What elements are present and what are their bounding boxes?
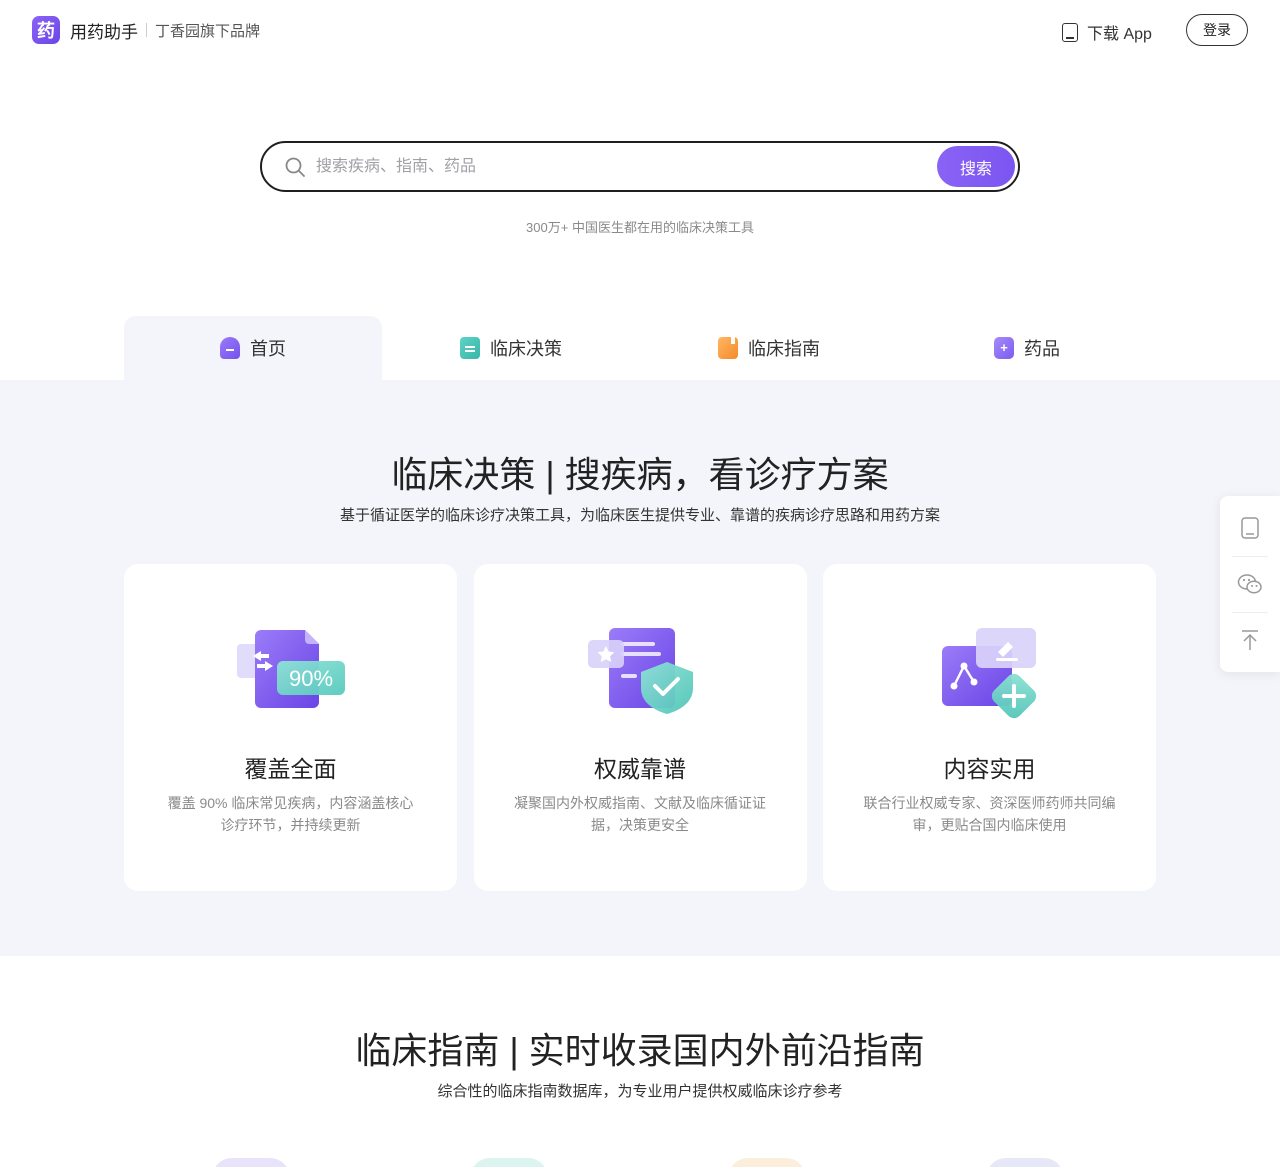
search-tagline: 300万+ 中国医生都在用的临床决策工具 bbox=[526, 220, 754, 235]
login-button[interactable]: 登录 bbox=[1186, 14, 1248, 46]
medical-plus-icon bbox=[942, 628, 1037, 718]
download-app-label: 下载 App bbox=[1087, 26, 1152, 43]
side-wechat-button[interactable] bbox=[1220, 556, 1280, 612]
section-subtitle: 基于循证医学的临床诊疗决策工具，为临床医生提供专业、靠谱的疾病诊疗思路和用药方案 bbox=[339, 507, 940, 524]
feature-card: 内容实用 联合行业权威专家、资深医师药师共同编审，更贴合国内临床使用 bbox=[823, 564, 1156, 891]
tab-label: 药品 bbox=[1024, 339, 1060, 359]
tablet-icon bbox=[1241, 517, 1259, 539]
card-description: 联合行业权威专家、资深医师药师共同编审，更贴合国内临床使用 bbox=[863, 795, 1116, 833]
side-download-button[interactable] bbox=[1220, 500, 1280, 556]
clinical-decision-section: 临床决策 | 搜疾病，看诊疗方案 基于循证医学的临床诊疗决策工具，为临床医生提供… bbox=[0, 380, 1280, 956]
back-to-top-icon bbox=[1242, 630, 1258, 650]
section-title: 临床指南 | 实时收录国内外前沿指南 bbox=[355, 1030, 925, 1071]
tab-label: 首页 bbox=[250, 339, 286, 359]
top-header: 药 用药助手 丁香园旗下品牌 下载 App 登录 bbox=[0, 0, 1280, 60]
tab-home[interactable]: 首页 bbox=[124, 316, 382, 380]
card-title: 覆盖全面 bbox=[244, 756, 337, 782]
brand-name: 用药助手 bbox=[70, 22, 138, 42]
brand[interactable]: 药 用药助手 丁香园旗下品牌 bbox=[32, 16, 260, 44]
search-bar: 搜索 bbox=[260, 141, 1020, 192]
brand-subtitle: 丁香园旗下品牌 bbox=[155, 22, 261, 40]
feature-card: 90% 覆盖全面 覆盖 90% 临床常见疾病，内容涵盖核心诊疗环节，并持续更新 bbox=[124, 564, 457, 891]
guide-category-icon bbox=[986, 1158, 1064, 1167]
search-button[interactable]: 搜索 bbox=[937, 146, 1015, 187]
download-app-link[interactable]: 下载 App bbox=[1062, 20, 1152, 44]
home-icon bbox=[220, 337, 240, 359]
section-subtitle: 综合性的临床指南数据库，为专业用户提供权威临床诊疗参考 bbox=[437, 1083, 843, 1100]
card-badge-text: 90% bbox=[289, 666, 333, 691]
feature-cards: 90% 覆盖全面 覆盖 90% 临床常见疾病，内容涵盖核心诊疗环节，并持续更新 bbox=[124, 564, 1156, 891]
card-title: 内容实用 bbox=[943, 756, 1036, 782]
guide-category-icon bbox=[728, 1158, 806, 1167]
medkit-icon bbox=[460, 337, 480, 359]
search-icon bbox=[285, 157, 305, 177]
wechat-icon bbox=[1237, 574, 1262, 594]
card-description: 凝聚国内外权威指南、文献及临床循证证据，决策更安全 bbox=[514, 795, 766, 833]
tab-clinical-decision[interactable]: 临床决策 bbox=[382, 316, 640, 380]
logo-icon: 药 bbox=[32, 16, 60, 44]
main-tabs: 首页 临床决策 临床指南 药品 bbox=[124, 316, 1156, 380]
tab-drugs[interactable]: 药品 bbox=[898, 316, 1156, 380]
tablet-icon bbox=[1062, 22, 1078, 42]
coverage-doc-icon: 90% bbox=[237, 630, 345, 708]
search-input[interactable] bbox=[316, 153, 916, 181]
tab-clinical-guide[interactable]: 临床指南 bbox=[640, 316, 898, 380]
medicine-bottle-icon bbox=[994, 337, 1014, 359]
guide-category-icon bbox=[212, 1158, 290, 1167]
guide-category-icon bbox=[470, 1158, 548, 1167]
section-title: 临床决策 | 搜疾病，看诊疗方案 bbox=[391, 454, 889, 495]
brand-divider bbox=[146, 23, 147, 37]
tab-label: 临床指南 bbox=[748, 339, 820, 359]
card-title: 权威靠谱 bbox=[594, 756, 686, 782]
tab-label: 临床决策 bbox=[490, 339, 562, 359]
book-icon bbox=[718, 337, 738, 359]
side-toolbar bbox=[1220, 496, 1280, 672]
card-description: 覆盖 90% 临床常见疾病，内容涵盖核心诊疗环节，并持续更新 bbox=[167, 795, 414, 833]
guide-icons-row bbox=[0, 1158, 1280, 1167]
back-to-top-button[interactable] bbox=[1220, 612, 1280, 668]
feature-card: 权威靠谱 凝聚国内外权威指南、文献及临床循证证据，决策更安全 bbox=[473, 564, 807, 891]
shield-check-icon bbox=[587, 628, 693, 714]
